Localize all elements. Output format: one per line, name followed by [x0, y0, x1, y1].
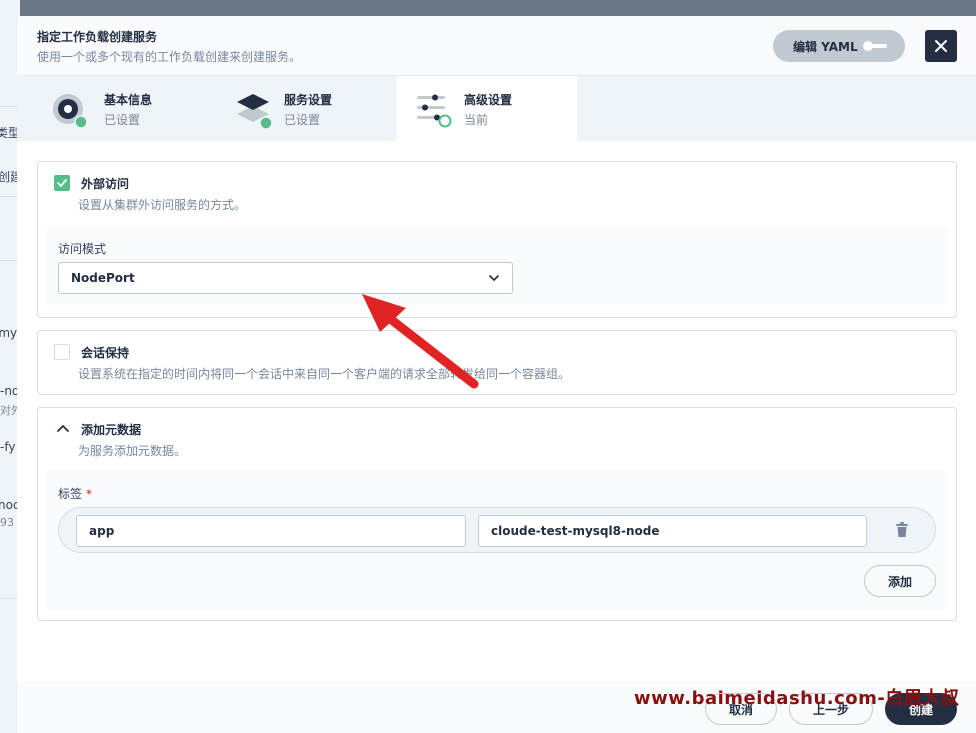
required-mark: *: [86, 487, 93, 501]
check-icon: [57, 179, 67, 187]
external-access-title: 外部访问: [81, 177, 130, 191]
advanced-settings-icon: [417, 94, 452, 128]
close-icon: [935, 40, 947, 52]
access-mode-value: NodePort: [71, 271, 135, 285]
external-access-description: 设置从集群外访问服务的方式。: [78, 198, 247, 212]
edit-yaml-toggle[interactable]: 编辑 YAML: [773, 30, 905, 62]
watermark: www.baimeidashu.com-白眉大叔: [634, 688, 960, 709]
metadata-card: 添加元数据 为服务添加元数据。 标签 * app cloude-test-mysq…: [37, 407, 957, 621]
step-status: 当前: [464, 113, 489, 127]
step-status: 已设置: [104, 113, 141, 127]
bg-fragment: 93: [0, 516, 14, 529]
modal-header: 指定工作负载创建服务 使用一个或多个现有的工作负载创建来创建服务。 编辑 YAM…: [17, 16, 976, 76]
step-basic-info[interactable]: 基本信息 已设置: [17, 76, 197, 141]
chevron-up-icon[interactable]: [56, 423, 70, 433]
steps-bar: 基本信息 已设置 服务设置 已设置 高级设置 当前: [17, 76, 976, 141]
trash-icon[interactable]: [895, 522, 909, 538]
step-title: 高级设置: [464, 93, 513, 107]
label-key-input[interactable]: app: [76, 515, 466, 547]
modal-description: 使用一个或多个现有的工作负载创建来创建服务。: [37, 50, 302, 64]
labels-panel: 标签 * app cloude-test-mysql8-node 添加: [46, 471, 948, 609]
add-label-button[interactable]: 添加: [864, 565, 936, 597]
label-value-input[interactable]: cloude-test-mysql8-node: [478, 515, 867, 547]
edit-yaml-label: 编辑 YAML: [793, 39, 858, 54]
step-status: 已设置: [284, 113, 321, 127]
step-title: 服务设置: [284, 93, 333, 107]
metadata-description: 为服务添加元数据。: [78, 444, 187, 458]
session-affinity-checkbox[interactable]: [54, 344, 70, 360]
close-button[interactable]: [925, 30, 957, 62]
basic-info-icon: [53, 94, 88, 129]
session-affinity-title: 会话保持: [81, 346, 130, 360]
step-advanced-settings[interactable]: 高级设置 当前: [397, 76, 577, 141]
toggle-switch-icon: [863, 41, 887, 51]
labels-label: 标签 *: [58, 485, 92, 502]
advanced-settings-content: 外部访问 设置从集群外访问服务的方式。 访问模式 NodePort 会话保持 设…: [17, 141, 976, 681]
modal-title: 指定工作负载创建服务: [37, 30, 158, 44]
metadata-title: 添加元数据: [81, 423, 142, 437]
service-settings-icon: [237, 94, 273, 130]
access-mode-label: 访问模式: [58, 242, 107, 256]
bg-fragment: -fy: [0, 440, 16, 454]
annotation-arrow-icon: [362, 294, 479, 389]
label-pair-row: app cloude-test-mysql8-node: [58, 507, 936, 553]
step-service-settings[interactable]: 服务设置 已设置: [197, 76, 377, 141]
labels-label-text: 标签: [58, 487, 83, 501]
step-title: 基本信息: [104, 93, 153, 107]
external-access-checkbox[interactable]: [54, 175, 70, 191]
